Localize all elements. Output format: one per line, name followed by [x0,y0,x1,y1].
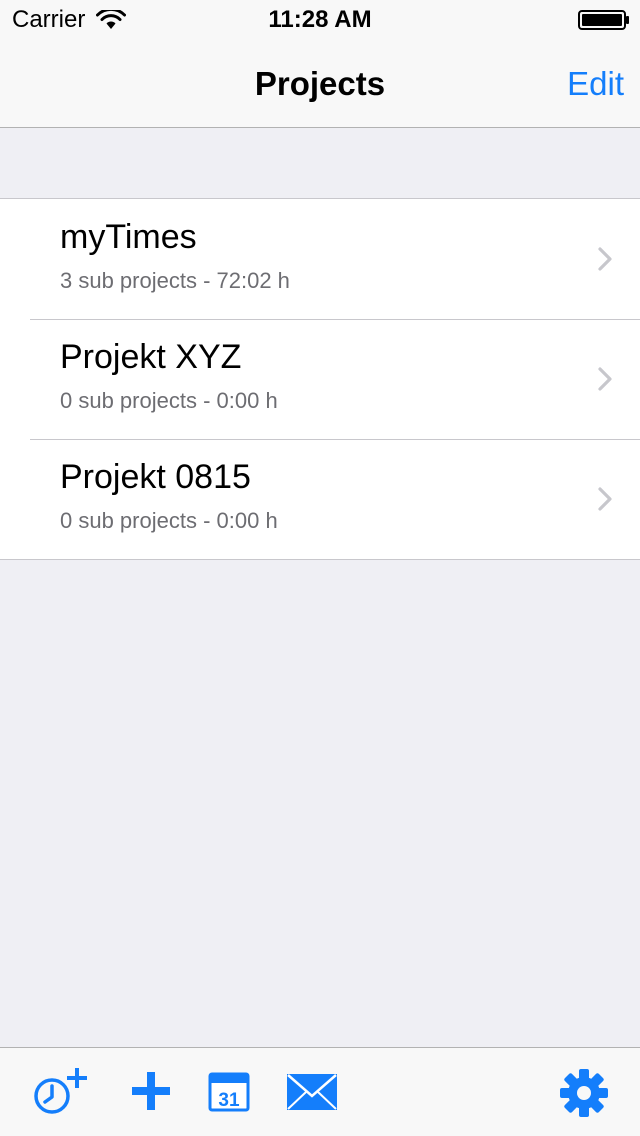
chevron-right-icon [598,487,612,511]
project-subtitle: 0 sub projects - 0:00 h [60,388,278,413]
clock-plus-icon [34,1068,87,1114]
project-title: Projekt 0815 [60,458,251,496]
list-item[interactable]: myTimes 3 sub projects - 72:02 h [0,199,640,319]
add-time-button[interactable] [32,1066,92,1116]
page-title: Projects [254,65,386,102]
project-title: Projekt XYZ [60,338,242,376]
status-time: 11:28 AM [268,6,372,33]
project-title: myTimes [60,218,197,256]
plus-icon [132,1072,170,1110]
calendar-icon: 31 [208,1072,250,1112]
edit-button[interactable]: Edit [567,64,624,104]
calendar-day-label: 31 [218,1090,240,1111]
list-item[interactable]: Projekt 0815 0 sub projects - 0:00 h [0,439,640,559]
bottom-toolbar: 31 [0,1047,640,1136]
mail-icon [287,1074,337,1110]
navigation-bar: Carrier 11:28 AM Projects Edit [0,0,640,128]
project-subtitle: 3 sub projects - 72:02 h [60,268,290,293]
add-project-button[interactable] [130,1070,172,1112]
battery-icon [578,10,629,30]
mail-button[interactable] [286,1072,338,1112]
chevron-right-icon [598,367,612,391]
gear-icon [560,1069,608,1117]
list-item[interactable]: Projekt XYZ 0 sub projects - 0:00 h [0,319,640,439]
calendar-button[interactable]: 31 [208,1070,250,1112]
chevron-right-icon [598,247,612,271]
settings-button[interactable] [558,1067,610,1119]
project-subtitle: 0 sub projects - 0:00 h [60,508,278,533]
projects-list: myTimes 3 sub projects - 72:02 h Projekt… [0,198,640,560]
